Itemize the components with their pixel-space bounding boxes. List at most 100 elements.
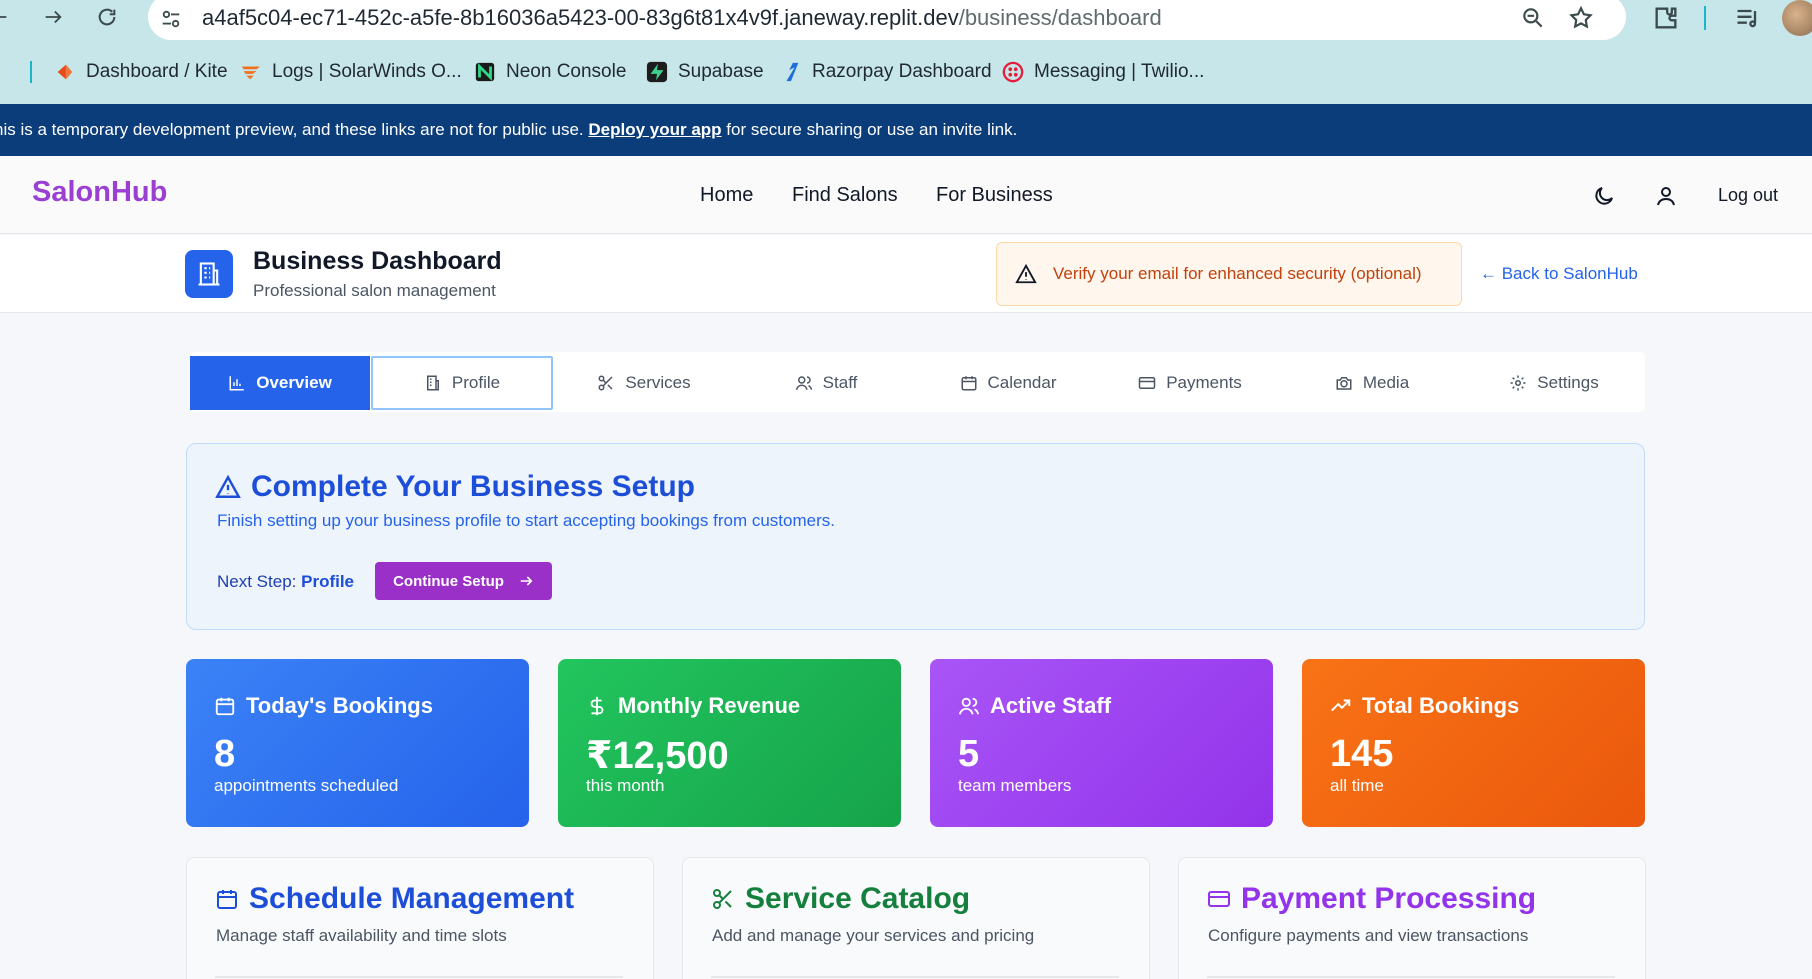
bookmark-label: Supabase — [678, 61, 764, 82]
bookmark-label: Neon Console — [506, 61, 627, 82]
solarwinds-logo-icon — [241, 66, 261, 80]
calendar-icon — [215, 697, 235, 716]
bookmark-label: Razorpay Dashboard — [812, 61, 992, 82]
stat-monthly-revenue: Monthly Revenue ₹12,500 this month — [558, 659, 901, 827]
reload-icon[interactable] — [92, 2, 122, 32]
media-control-icon[interactable] — [1734, 4, 1762, 32]
camera-icon — [1336, 377, 1352, 390]
nav-find-salons[interactable]: Find Salons — [792, 184, 898, 207]
credit-card-icon — [1208, 891, 1230, 907]
stat-title: Monthly Revenue — [586, 693, 800, 719]
tab-label: Profile — [451, 373, 501, 392]
bookmark-kite[interactable]: Dashboard / Kite — [54, 55, 228, 89]
users-icon — [795, 376, 812, 390]
nav-for-business[interactable]: For Business — [936, 184, 1053, 207]
bookmark-supabase[interactable]: Supabase — [646, 55, 764, 89]
bookmark-twilio[interactable]: Messaging | Twilio... — [1002, 55, 1204, 89]
nav-home[interactable]: Home — [700, 184, 753, 207]
page-title: Business Dashboard — [253, 247, 502, 275]
toolbar-divider — [1704, 6, 1706, 30]
next-step-label: Next Step: — [217, 572, 297, 591]
dev-preview-banner: his is a temporary development preview, … — [0, 104, 1812, 156]
star-bookmark-icon[interactable] — [1568, 5, 1594, 31]
feature-divider — [215, 976, 623, 978]
forward-arrow-icon[interactable] — [38, 2, 68, 32]
deploy-app-link[interactable]: Deploy your app — [588, 120, 721, 139]
setup-description: Finish setting up your business profile … — [217, 511, 835, 530]
stat-subtitle: this month — [586, 776, 665, 795]
stat-title: Total Bookings — [1330, 693, 1519, 719]
bookmark-neon[interactable]: Neon Console — [474, 55, 626, 89]
setup-card: Complete Your Business Setup Finish sett… — [186, 443, 1645, 630]
stat-title: Today's Bookings — [214, 693, 433, 719]
continue-setup-button[interactable]: Continue Setup — [375, 562, 552, 600]
verify-email-text: Verify your email for enhanced security … — [1053, 264, 1422, 283]
page-subtitle: Professional salon management — [253, 281, 496, 300]
warning-triangle-icon — [1015, 263, 1037, 284]
site-settings-icon[interactable] — [160, 8, 182, 30]
warning-triangle-icon — [215, 474, 241, 498]
logout-button[interactable]: Log out — [1718, 185, 1778, 206]
url-row: a4af5c04-ec71-452c-a5fe-8b16036a5423-00-… — [0, 0, 1812, 40]
feature-title-text: Payment Processing — [1241, 882, 1537, 915]
feature-divider — [711, 976, 1119, 978]
feature-title: Schedule Management — [215, 882, 574, 916]
feature-title-text: Service Catalog — [745, 882, 971, 915]
tab-profile[interactable]: Profile — [371, 356, 553, 410]
tab-services[interactable]: Services — [553, 356, 735, 410]
zoom-icon[interactable] — [1520, 5, 1546, 31]
setup-title: Complete Your Business Setup — [215, 470, 695, 504]
tab-staff[interactable]: Staff — [735, 356, 917, 410]
kite-logo-icon — [57, 64, 73, 80]
dollar-icon — [590, 696, 604, 716]
bookmark-razorpay[interactable]: Razorpay Dashboard — [780, 55, 992, 89]
tab-label: Media — [1362, 373, 1410, 392]
extensions-icon[interactable] — [1652, 4, 1680, 32]
feature-description: Manage staff availability and time slots — [216, 926, 507, 945]
address-bar[interactable]: a4af5c04-ec71-452c-a5fe-8b16036a5423-00-… — [148, 0, 1626, 40]
feature-divider — [1207, 976, 1615, 978]
scissors-icon — [598, 375, 613, 391]
banner-text-before: his is a temporary development preview, … — [0, 120, 589, 139]
next-step-value: Profile — [301, 572, 355, 591]
bookmark-solarwinds[interactable]: Logs | SolarWinds O... — [240, 55, 462, 89]
tab-media[interactable]: Media — [1281, 356, 1463, 410]
brand-logo[interactable]: SalonHub — [32, 176, 167, 209]
feature-schedule-management[interactable]: Schedule Management Manage staff availab… — [186, 857, 654, 979]
stat-total-bookings: Total Bookings 145 all time — [1302, 659, 1645, 827]
arrow-right-icon — [520, 576, 533, 586]
feature-service-catalog[interactable]: Service Catalog Add and manage your serv… — [682, 857, 1150, 979]
back-arrow-icon[interactable] — [0, 2, 14, 32]
feature-title-text: Schedule Management — [249, 882, 575, 915]
moon-icon[interactable] — [1592, 184, 1616, 208]
stat-title: Active Staff — [958, 693, 1111, 719]
tab-calendar[interactable]: Calendar — [917, 356, 1099, 410]
url-text[interactable]: a4af5c04-ec71-452c-a5fe-8b16036a5423-00-… — [202, 5, 1162, 31]
bar-chart-icon — [229, 376, 244, 391]
bookmark-label: Logs | SolarWinds O... — [272, 61, 462, 82]
stat-title-text: Monthly Revenue — [618, 693, 801, 718]
bookmark-label: Dashboard / Kite — [86, 61, 228, 82]
credit-card-icon — [1138, 377, 1156, 389]
tab-label: Payments — [1166, 373, 1242, 392]
tab-overview[interactable]: Overview — [190, 356, 370, 410]
back-to-salonhub-link[interactable]: ← Back to SalonHub — [1480, 264, 1638, 284]
bookmarks-bar: Dashboard / Kite Logs | SolarWinds O... … — [0, 55, 1812, 89]
profile-avatar[interactable] — [1782, 0, 1812, 36]
app-header: SalonHub Home Find Salons For Business L… — [0, 156, 1812, 234]
tab-settings[interactable]: Settings — [1463, 356, 1645, 410]
continue-setup-label: Continue Setup — [393, 572, 504, 590]
stat-title-text: Today's Bookings — [246, 693, 433, 718]
stat-value: 8 — [214, 733, 236, 775]
building-icon — [185, 250, 233, 298]
gear-icon — [1510, 375, 1526, 391]
stat-value: ₹12,500 — [586, 735, 729, 777]
tab-label: Staff — [822, 373, 858, 392]
browser-chrome: a4af5c04-ec71-452c-a5fe-8b16036a5423-00-… — [0, 0, 1812, 104]
user-icon[interactable] — [1654, 184, 1678, 208]
verify-email-alert[interactable]: Verify your email for enhanced security … — [996, 242, 1462, 306]
tab-payments[interactable]: Payments — [1099, 356, 1281, 410]
feature-payment-processing[interactable]: Payment Processing Configure payments an… — [1178, 857, 1646, 979]
dashboard-tabs: Overview Profile Services Staff Calendar… — [190, 352, 1645, 412]
building-icon — [426, 375, 439, 391]
